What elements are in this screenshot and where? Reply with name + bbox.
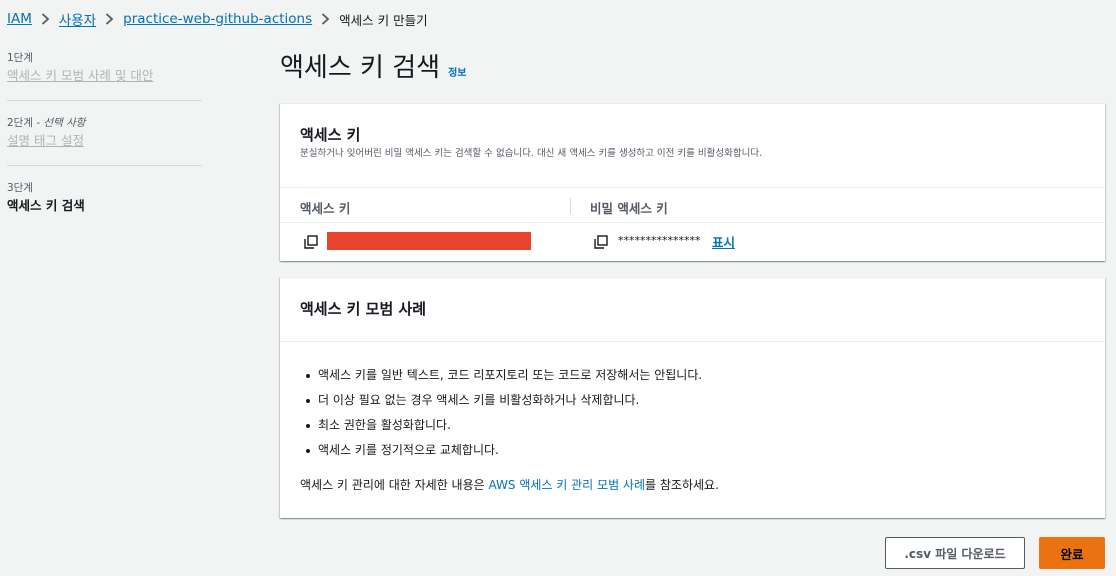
column-divider xyxy=(570,198,571,214)
best-practices-title: 액세스 키 모범 사례 xyxy=(300,300,427,318)
best-practices-list: 액세스 키를 일반 텍스트, 코드 리포지토리 또는 코드로 저장해서는 안됩니… xyxy=(300,363,702,463)
best-practices-footnote: 액세스 키 관리에 대한 자세한 내용은 AWS 액세스 키 관리 모범 사례를… xyxy=(300,475,719,495)
step-link-best-practices[interactable]: 액세스 키 모범 사례 및 대안 xyxy=(7,66,202,86)
breadcrumb-current: 액세스 키 만들기 xyxy=(339,12,428,28)
page-title: 액세스 키 검색 xyxy=(280,53,441,83)
wizard-steps: 1단계 액세스 키 모범 사례 및 대안 2단계 - 선택 사항 설명 태그 설… xyxy=(7,50,202,230)
breadcrumb-user-link[interactable]: practice-web-github-actions xyxy=(123,11,312,27)
access-key-value-redacted xyxy=(327,232,531,250)
step-divider xyxy=(7,100,202,101)
access-key-panel-description: 분실하거나 잊어버린 비밀 액세스 키는 검색할 수 없습니다. 대신 새 액세… xyxy=(300,148,763,159)
copy-icon[interactable] xyxy=(594,235,608,249)
footnote-prefix: 액세스 키 관리에 대한 자세한 내용은 xyxy=(300,478,489,492)
step-number: 2단계 - 선택 사항 xyxy=(7,117,86,129)
best-practices-doc-link[interactable]: AWS 액세스 키 관리 모범 사례 xyxy=(489,478,646,492)
best-practices-header: 액세스 키 모범 사례 xyxy=(280,278,1105,342)
chevron-right-icon xyxy=(41,13,50,25)
breadcrumb: IAM 사용자 practice-web-github-actions 액세스 … xyxy=(7,8,428,30)
column-secret-access-key: 비밀 액세스 키 xyxy=(590,201,668,216)
page-header: 액세스 키 검색 정보 xyxy=(280,48,466,88)
info-link[interactable]: 정보 xyxy=(448,64,466,79)
step-number: 1단계 xyxy=(7,52,34,64)
access-key-panel-header: 액세스 키 분실하거나 잊어버린 비밀 액세스 키는 검색할 수 없습니다. 대… xyxy=(280,104,1105,187)
step-number: 3단계 xyxy=(7,182,34,194)
access-key-panel-title: 액세스 키 xyxy=(300,126,361,144)
step-optional-label: 선택 사항 xyxy=(43,117,86,129)
list-item: 최소 권한을 활성화합니다. xyxy=(300,413,702,438)
show-secret-link[interactable]: 표시 xyxy=(712,232,735,251)
table-row: *************** 표시 xyxy=(280,223,1105,261)
done-button[interactable]: 완료 xyxy=(1039,537,1105,569)
footnote-suffix: 를 참조하세요. xyxy=(645,478,719,492)
secret-access-key-masked: *************** xyxy=(618,234,701,247)
list-item: 액세스 키를 정기적으로 교체합니다. xyxy=(300,438,702,463)
breadcrumb-iam-link[interactable]: IAM xyxy=(7,11,32,27)
list-item: 액세스 키를 일반 텍스트, 코드 리포지토리 또는 코드로 저장해서는 안됩니… xyxy=(300,363,702,388)
wizard-step-1: 1단계 액세스 키 모범 사례 및 대안 xyxy=(7,50,202,100)
best-practices-panel: 액세스 키 모범 사례 액세스 키를 일반 텍스트, 코드 리포지토리 또는 코… xyxy=(280,277,1105,518)
step-link-description-tag[interactable]: 설명 태그 설정 xyxy=(7,131,202,151)
list-item: 더 이상 필요 없는 경우 액세스 키를 비활성화하거나 삭제합니다. xyxy=(300,388,702,413)
chevron-right-icon xyxy=(321,13,330,25)
wizard-step-2: 2단계 - 선택 사항 설명 태그 설정 xyxy=(7,115,202,165)
download-csv-button[interactable]: .csv 파일 다운로드 xyxy=(885,537,1025,569)
access-key-table-header: 액세스 키 비밀 액세스 키 xyxy=(280,187,1105,223)
access-key-panel: 액세스 키 분실하거나 잊어버린 비밀 액세스 키는 검색할 수 없습니다. 대… xyxy=(280,103,1105,261)
step-divider xyxy=(7,165,202,166)
chevron-right-icon xyxy=(105,13,114,25)
breadcrumb-users-link[interactable]: 사용자 xyxy=(59,9,96,29)
copy-icon[interactable] xyxy=(304,235,318,249)
step-current-title: 액세스 키 검색 xyxy=(7,198,85,213)
column-access-key: 액세스 키 xyxy=(300,201,351,216)
wizard-step-3: 3단계 액세스 키 검색 xyxy=(7,180,202,230)
